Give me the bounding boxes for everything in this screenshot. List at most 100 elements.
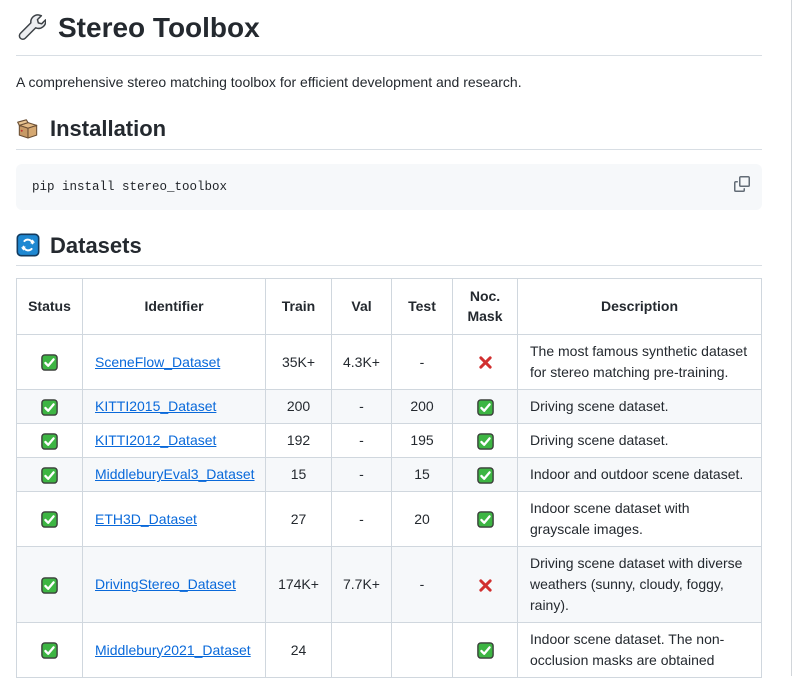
description-cell: The most famous synthetic dataset for st… bbox=[518, 335, 762, 390]
test-cell: 15 bbox=[392, 458, 453, 492]
dataset-row: MiddleburyEval3_Dataset 15-15 Indoor and o… bbox=[17, 458, 762, 492]
check-mark-icon bbox=[41, 467, 58, 484]
val-cell: - bbox=[332, 390, 392, 424]
check-mark-icon bbox=[41, 433, 58, 450]
identifier-cell: MiddleburyEval3_Dataset bbox=[83, 458, 266, 492]
package-icon bbox=[16, 117, 40, 141]
check-mark-icon bbox=[41, 511, 58, 528]
datasets-heading-label: Datasets bbox=[50, 232, 142, 260]
test-cell: 20 bbox=[392, 492, 453, 547]
check-mark-icon bbox=[477, 399, 494, 416]
datasets-table: StatusIdentifierTrainValTestNoc. MaskDes… bbox=[16, 278, 762, 678]
noc-mask-cell bbox=[453, 492, 518, 547]
wrench-icon bbox=[16, 13, 46, 43]
val-cell: 7.7K+ bbox=[332, 547, 392, 623]
identifier-cell: SceneFlow_Dataset bbox=[83, 335, 266, 390]
intro-text: A comprehensive stereo matching toolbox … bbox=[16, 72, 762, 93]
cross-mark-icon bbox=[478, 578, 493, 593]
check-mark-icon bbox=[41, 642, 58, 659]
noc-mask-cell bbox=[453, 458, 518, 492]
check-mark-icon bbox=[41, 577, 58, 594]
train-cell: 174K+ bbox=[266, 547, 332, 623]
noc-mask-cell bbox=[453, 335, 518, 390]
identifier-cell: Middlebury2021_Dataset bbox=[83, 623, 266, 678]
description-cell: Driving scene dataset. bbox=[518, 390, 762, 424]
status-cell bbox=[17, 424, 83, 458]
description-cell: Driving scene dataset with diverse weath… bbox=[518, 547, 762, 623]
check-mark-icon bbox=[41, 354, 58, 371]
installation-heading-label: Installation bbox=[50, 115, 166, 143]
dataset-row: ETH3D_Dataset 27-20 Indoor scene dataset w… bbox=[17, 492, 762, 547]
column-header-description: Description bbox=[518, 279, 762, 335]
page-right-edge bbox=[791, 0, 792, 676]
train-cell: 35K+ bbox=[266, 335, 332, 390]
identifier-cell: KITTI2012_Dataset bbox=[83, 424, 266, 458]
identifier-link[interactable]: KITTI2015_Dataset bbox=[95, 398, 216, 414]
test-cell bbox=[392, 623, 453, 678]
description-cell: Driving scene dataset. bbox=[518, 424, 762, 458]
identifier-link[interactable]: ETH3D_Dataset bbox=[95, 511, 197, 527]
train-cell: 15 bbox=[266, 458, 332, 492]
install-code-block: pip install stereo_toolbox bbox=[16, 164, 762, 210]
readme-page: Stereo Toolbox A comprehensive stereo ma… bbox=[16, 0, 762, 678]
status-cell bbox=[17, 623, 83, 678]
test-cell: - bbox=[392, 335, 453, 390]
status-cell bbox=[17, 390, 83, 424]
identifier-cell: ETH3D_Dataset bbox=[83, 492, 266, 547]
page-title-row: Stereo Toolbox bbox=[16, 6, 762, 56]
dataset-row: Middlebury2021_Dataset 24 Indoor scene dat… bbox=[17, 623, 762, 678]
identifier-link[interactable]: Middlebury2021_Dataset bbox=[95, 642, 251, 658]
column-header-noc-mask: Noc. Mask bbox=[453, 279, 518, 335]
val-cell: - bbox=[332, 492, 392, 547]
test-cell: 195 bbox=[392, 424, 453, 458]
identifier-link[interactable]: DrivingStereo_Dataset bbox=[95, 576, 236, 592]
dataset-row: DrivingStereo_Dataset 174K+7.7K+-Driving … bbox=[17, 547, 762, 623]
identifier-cell: KITTI2015_Dataset bbox=[83, 390, 266, 424]
column-header-status: Status bbox=[17, 279, 83, 335]
dataset-row: SceneFlow_Dataset 35K+4.3K+- The most famo… bbox=[17, 335, 762, 390]
datasets-table-body: SceneFlow_Dataset35K+4.3K+-The most famo… bbox=[17, 335, 762, 678]
column-header-identifier: Identifier bbox=[83, 279, 266, 335]
description-cell: Indoor scene dataset. The non-occlusion … bbox=[518, 623, 762, 678]
status-cell bbox=[17, 458, 83, 492]
check-mark-icon bbox=[477, 467, 494, 484]
check-mark-icon bbox=[477, 433, 494, 450]
test-cell: - bbox=[392, 547, 453, 623]
install-command: pip install stereo_toolbox bbox=[32, 180, 227, 194]
noc-mask-cell bbox=[453, 424, 518, 458]
train-cell: 24 bbox=[266, 623, 332, 678]
val-cell bbox=[332, 623, 392, 678]
identifier-link[interactable]: MiddleburyEval3_Dataset bbox=[95, 466, 255, 482]
check-mark-icon bbox=[477, 511, 494, 528]
train-cell: 192 bbox=[266, 424, 332, 458]
val-cell: - bbox=[332, 458, 392, 492]
datasets-table-header-row: StatusIdentifierTrainValTestNoc. MaskDes… bbox=[17, 279, 762, 335]
description-cell: Indoor scene dataset with grayscale imag… bbox=[518, 492, 762, 547]
column-header-val: Val bbox=[332, 279, 392, 335]
test-cell: 200 bbox=[392, 390, 453, 424]
page-title: Stereo Toolbox bbox=[58, 10, 260, 45]
counterclockwise-arrows-icon bbox=[16, 233, 40, 257]
noc-mask-cell bbox=[453, 623, 518, 678]
status-cell bbox=[17, 547, 83, 623]
check-mark-icon bbox=[41, 399, 58, 416]
dataset-row: KITTI2012_Dataset 192-195 Driving scene da… bbox=[17, 424, 762, 458]
installation-heading: Installation bbox=[16, 113, 762, 150]
train-cell: 27 bbox=[266, 492, 332, 547]
copy-icon bbox=[734, 176, 750, 192]
identifier-link[interactable]: SceneFlow_Dataset bbox=[95, 354, 220, 370]
noc-mask-cell bbox=[453, 547, 518, 623]
description-cell: Indoor and outdoor scene dataset. bbox=[518, 458, 762, 492]
identifier-cell: DrivingStereo_Dataset bbox=[83, 547, 266, 623]
dataset-row: KITTI2015_Dataset 200-200 Driving scene da… bbox=[17, 390, 762, 424]
val-cell: - bbox=[332, 424, 392, 458]
train-cell: 200 bbox=[266, 390, 332, 424]
datasets-heading: Datasets bbox=[16, 230, 762, 267]
noc-mask-cell bbox=[453, 390, 518, 424]
identifier-link[interactable]: KITTI2012_Dataset bbox=[95, 432, 216, 448]
column-header-test: Test bbox=[392, 279, 453, 335]
val-cell: 4.3K+ bbox=[332, 335, 392, 390]
column-header-train: Train bbox=[266, 279, 332, 335]
status-cell bbox=[17, 492, 83, 547]
copy-button[interactable] bbox=[728, 170, 756, 198]
